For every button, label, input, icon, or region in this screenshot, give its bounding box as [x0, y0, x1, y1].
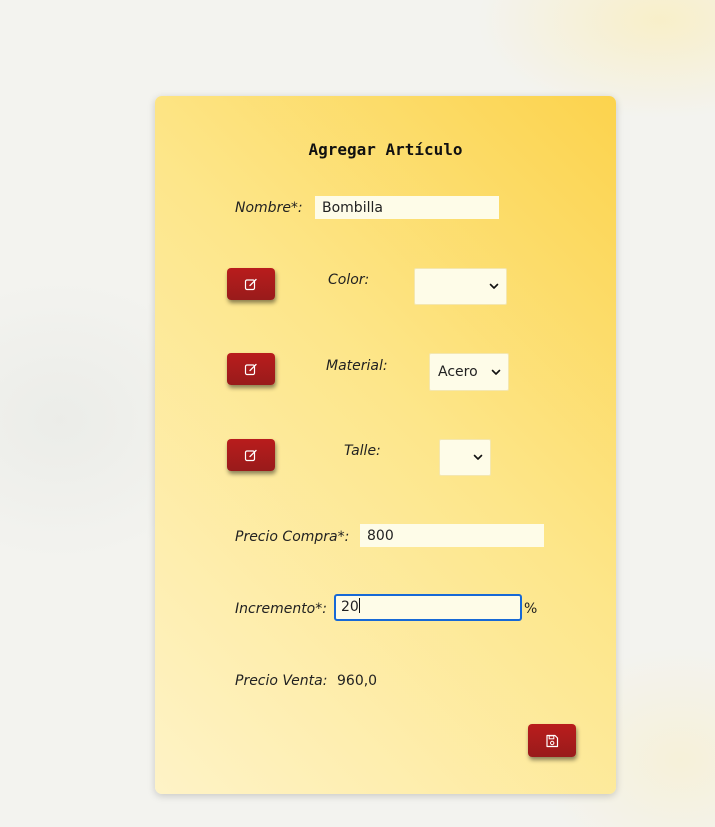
chevron-down-icon: [486, 283, 502, 290]
edit-talle-button[interactable]: [227, 439, 275, 471]
edit-color-button[interactable]: [227, 268, 275, 300]
edit-icon: [244, 449, 257, 462]
color-label: Color:: [328, 272, 370, 288]
material-select[interactable]: Acero: [429, 353, 509, 391]
nombre-input[interactable]: [315, 196, 499, 219]
precio-compra-input[interactable]: [360, 524, 544, 547]
chevron-down-icon: [470, 454, 486, 461]
talle-select[interactable]: [439, 439, 491, 476]
chevron-down-icon: [488, 369, 504, 376]
edit-icon: [244, 363, 257, 376]
save-button[interactable]: [528, 724, 576, 757]
nombre-label: Nombre*:: [235, 200, 303, 216]
color-select[interactable]: [414, 268, 507, 305]
incremento-value: 20: [341, 599, 359, 615]
incremento-input[interactable]: 20: [334, 594, 522, 621]
add-article-card: Agregar Artículo Nombre*: Color: Materia…: [155, 96, 616, 794]
text-caret: [358, 598, 360, 613]
form-title: Agregar Artículo: [308, 140, 463, 159]
material-label: Material:: [326, 358, 388, 374]
precio-venta-label: Precio Venta:: [235, 673, 328, 689]
edit-icon: [244, 278, 257, 291]
incremento-label: Incremento*:: [235, 601, 327, 617]
edit-material-button[interactable]: [227, 353, 275, 385]
talle-label: Talle:: [344, 443, 381, 459]
precio-venta-value: 960,0: [337, 673, 378, 689]
save-icon: [546, 734, 559, 747]
incremento-unit: %: [524, 601, 538, 617]
precio-compra-label: Precio Compra*:: [235, 529, 350, 545]
material-select-value: Acero: [438, 364, 478, 380]
